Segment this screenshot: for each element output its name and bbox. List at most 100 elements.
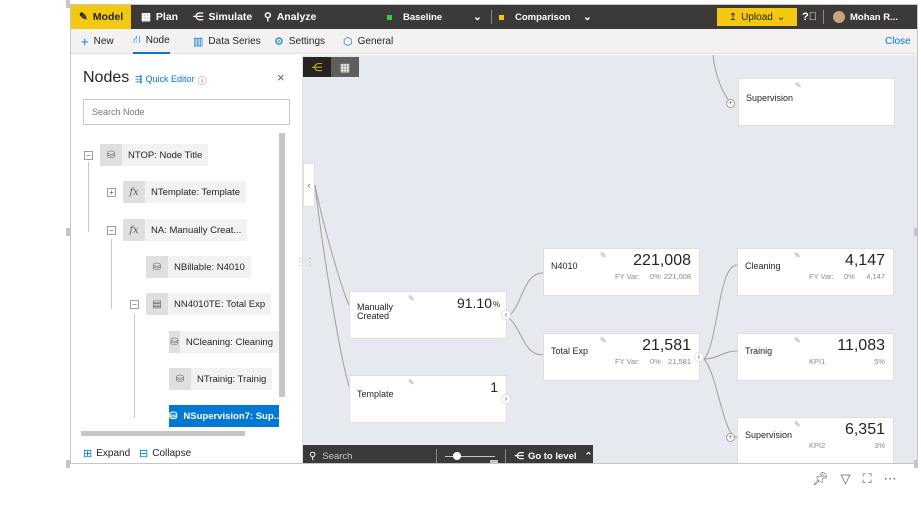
edit-icon[interactable]: ✎ — [794, 251, 801, 260]
collapse-label: Collapse — [152, 448, 192, 459]
node-card-trainig[interactable]: Trainig ✎ 11,083 KPI1 5% — [737, 333, 894, 381]
expand-icon: ⊞ — [83, 448, 93, 460]
tab-data-series[interactable]: ▥ Data Series — [193, 29, 261, 54]
pin-icon[interactable]: 📌︎ — [812, 471, 829, 487]
close-label: Close — [885, 36, 911, 47]
gear-icon: ⚙ — [274, 36, 284, 48]
divider — [436, 449, 438, 463]
horizontal-scrollbar[interactable] — [81, 431, 245, 436]
chevron-up-icon: ⌃ — [584, 450, 593, 462]
canvas-bottom-bar: ⚲ Search ⋲ Go to level ⌃ — [303, 445, 593, 463]
tab-general[interactable]: ⬡ General — [343, 29, 393, 54]
tab-model[interactable]: ✎ Model — [71, 5, 131, 29]
edit-icon[interactable]: ✎ — [795, 81, 802, 90]
baseline-dropdown[interactable]: Baseline — [387, 5, 442, 29]
tree-item-label: NSupervision7: Sup... — [183, 410, 279, 422]
node-card-supervision[interactable]: Supervision ✎ 6,351 KPI2 3% — [737, 417, 894, 463]
tree-canvas[interactable]: ⋲ ▦ ‹ + + Supervision ✎ Manually Created — [303, 55, 917, 463]
collapse-icon: ⊟ — [139, 448, 149, 460]
comparison-label: Comparison — [515, 11, 571, 23]
more-options-icon[interactable]: ⋯ — [884, 471, 897, 487]
new-label: New — [93, 36, 114, 47]
quick-editor-link[interactable]: ⇶ Quick Editor ⓘ — [135, 74, 207, 87]
node-card-cleaning[interactable]: Cleaning ✎ 4,147 FY Var: 0% 4,147 — [737, 248, 894, 296]
tree-item[interactable]: ▤ NN4010TE: Total Exp — [146, 293, 272, 315]
node-card-template[interactable]: Template ✎ 1 › — [349, 375, 511, 423]
zoom-slider-thumb[interactable] — [453, 451, 462, 460]
user-menu[interactable]: Mohan R... — [833, 5, 898, 29]
search-input[interactable] — [83, 99, 290, 125]
tree-item[interactable]: fx NTemplate: Template — [123, 181, 247, 203]
node-card-sub-pct: 0% — [844, 272, 855, 281]
edit-icon[interactable]: ✎ — [408, 294, 415, 303]
edit-icon[interactable]: ✎ — [408, 378, 415, 387]
tree-item[interactable]: ⛁ NTrainig: Trainig — [169, 368, 273, 390]
avatar — [833, 11, 845, 23]
edit-icon[interactable]: ✎ — [600, 336, 607, 345]
node-card-manually-created[interactable]: Manually Created ✎ 91.10 % ‹ — [349, 291, 511, 339]
tab-settings[interactable]: ⚙ Settings — [274, 29, 325, 54]
cylinder-icon: ⛁ — [146, 256, 168, 278]
node-card-label: Supervision — [746, 93, 794, 103]
app-frame: ✎ Model ▦ Plan ⋲ Simulate ⚲ Analyze Base… — [70, 4, 918, 464]
tree-item-label: NTrainig: Trainig — [197, 373, 267, 385]
settings-label: Settings — [288, 36, 326, 47]
canvas-search-input[interactable]: Search — [322, 451, 352, 462]
expand-node-icon[interactable]: + — [726, 433, 735, 442]
vertical-scrollbar[interactable] — [279, 133, 285, 397]
expand-button[interactable]: ⊞ Expand — [83, 447, 130, 460]
expand-node-icon[interactable]: › — [501, 394, 511, 404]
tree-item[interactable]: ⛁ NBillable: N4010 — [146, 256, 251, 278]
help-icon[interactable]: ?⃝ — [802, 5, 817, 29]
tab-analyze-label: Analyze — [276, 11, 317, 23]
cube-icon: ⬡ — [343, 36, 353, 48]
node-card-value: 6,351 — [844, 421, 885, 438]
frame-handle — [490, 460, 498, 464]
tree-toggle-collapse[interactable]: − — [130, 300, 139, 309]
tree-item[interactable]: ⛁ NCleaning: Cleaning — [169, 331, 279, 353]
tree-item[interactable]: fx NA: Manually Creat... — [123, 219, 248, 241]
comparison-chevron-icon[interactable]: ⌄ — [583, 5, 592, 29]
comparison-dropdown[interactable]: Comparison — [499, 5, 570, 29]
collapse-node-icon[interactable]: ‹ — [694, 352, 704, 362]
upload-button[interactable]: ↥ Upload ⌄ — [717, 8, 797, 26]
tree-item-label: NN4010TE: Total Exp — [174, 298, 266, 310]
node-card-n4010[interactable]: N4010 ✎ 221,008 FY Var: 0% 221,008 — [543, 248, 700, 296]
tree-toggle-collapse[interactable]: − — [84, 151, 93, 160]
baseline-chevron-icon[interactable]: ⌄ — [473, 5, 482, 29]
tree-toggle-collapse[interactable]: − — [107, 226, 116, 235]
calc-icon: ▤ — [146, 293, 168, 315]
analyze-icon: ⚲ — [264, 11, 272, 23]
zoom-slider[interactable] — [445, 451, 496, 460]
node-card-sub-label: FY Var: — [615, 272, 640, 281]
node-card-sub-pct: 0% — [650, 272, 661, 281]
tab-node[interactable]: ⛙ Node — [133, 29, 170, 54]
resize-handle-icon[interactable]: ⋮⋮ — [295, 257, 315, 268]
node-card-total-exp[interactable]: Total Exp ✎ 21,581 FY Var: 0% 21,581 ‹ — [543, 333, 704, 381]
node-card-value: 21,581 — [642, 337, 691, 354]
collapse-button[interactable]: ⊟ Collapse — [139, 447, 191, 460]
close-button[interactable]: Close — [885, 29, 911, 54]
tree-toggle-expand[interactable]: + — [107, 188, 116, 197]
tab-analyze[interactable]: ⚲ Analyze — [264, 5, 316, 29]
tab-simulate[interactable]: ⋲ Simulate — [193, 5, 252, 29]
filter-icon[interactable]: ▽ — [841, 471, 851, 487]
node-card-supervision-top[interactable]: Supervision ✎ — [738, 78, 895, 126]
new-button[interactable]: + New — [81, 29, 114, 54]
node-card-label: Trainig — [745, 346, 773, 356]
tab-plan[interactable]: ▦ Plan — [141, 5, 178, 29]
nodes-panel: Nodes ⇶ Quick Editor ⓘ × − ⛁ NTOP: Node … — [71, 55, 303, 463]
tree-item[interactable]: ⛁ NTOP: Node Title — [100, 144, 209, 166]
tree-item-selected[interactable]: ⛁ NSupervision7: Sup... — [169, 405, 279, 427]
close-icon[interactable]: × — [277, 70, 285, 85]
node-card-sub-label: FY Var: — [809, 272, 834, 281]
collapse-node-icon[interactable]: ‹ — [501, 310, 511, 320]
edit-icon[interactable]: ✎ — [794, 420, 801, 429]
edit-icon[interactable]: ✎ — [794, 336, 801, 345]
focus-mode-icon[interactable]: ⛶ — [863, 471, 872, 487]
edit-icon[interactable]: ✎ — [600, 251, 607, 260]
expand-node-icon[interactable]: + — [726, 99, 735, 108]
go-to-level-button[interactable]: ⋲ Go to level ⌃ — [514, 451, 592, 462]
node-card-label: Total Exp — [551, 346, 589, 356]
node-card-label: Template — [357, 389, 394, 399]
